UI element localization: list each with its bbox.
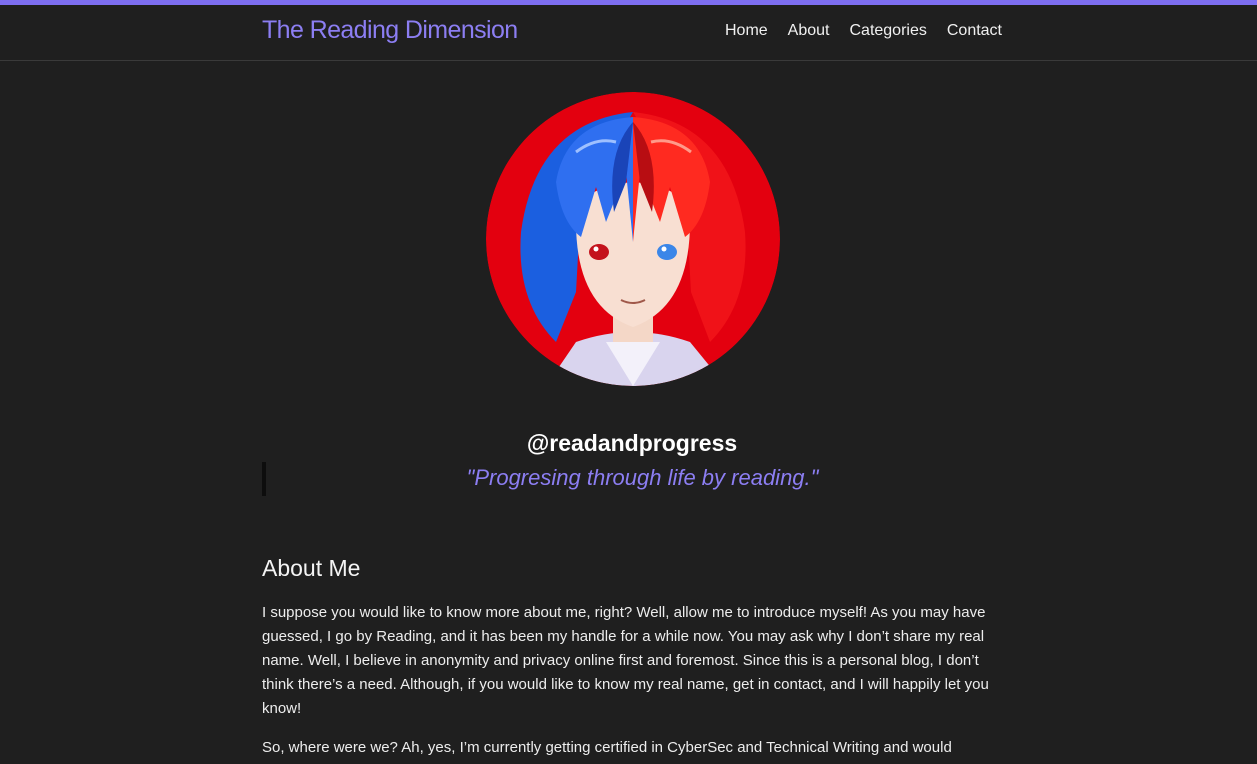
site-header: The Reading Dimension Home About Categor…: [0, 5, 1257, 61]
main-nav: Home About Categories Contact: [725, 22, 1002, 40]
about-paragraph-1: I suppose you would like to know more ab…: [262, 604, 989, 717]
avatar-illustration: [486, 92, 780, 386]
nav-contact-link[interactable]: Contact: [947, 22, 1002, 40]
nav-categories-link[interactable]: Categories: [849, 22, 926, 40]
about-me-heading: About Me: [262, 555, 361, 581]
avatar: [486, 92, 780, 386]
profile-handle: @readandprogress: [526, 430, 738, 456]
nav-home-link[interactable]: Home: [725, 22, 768, 40]
profile-tagline: "Progresing through life by reading.": [466, 465, 819, 490]
site-title-link[interactable]: The Reading Dimension: [262, 16, 518, 45]
about-paragraph-2: So, where were we? Ah, yes, I’m currentl…: [262, 739, 952, 756]
quote-border: [262, 462, 266, 496]
nav-about-link[interactable]: About: [788, 22, 830, 40]
